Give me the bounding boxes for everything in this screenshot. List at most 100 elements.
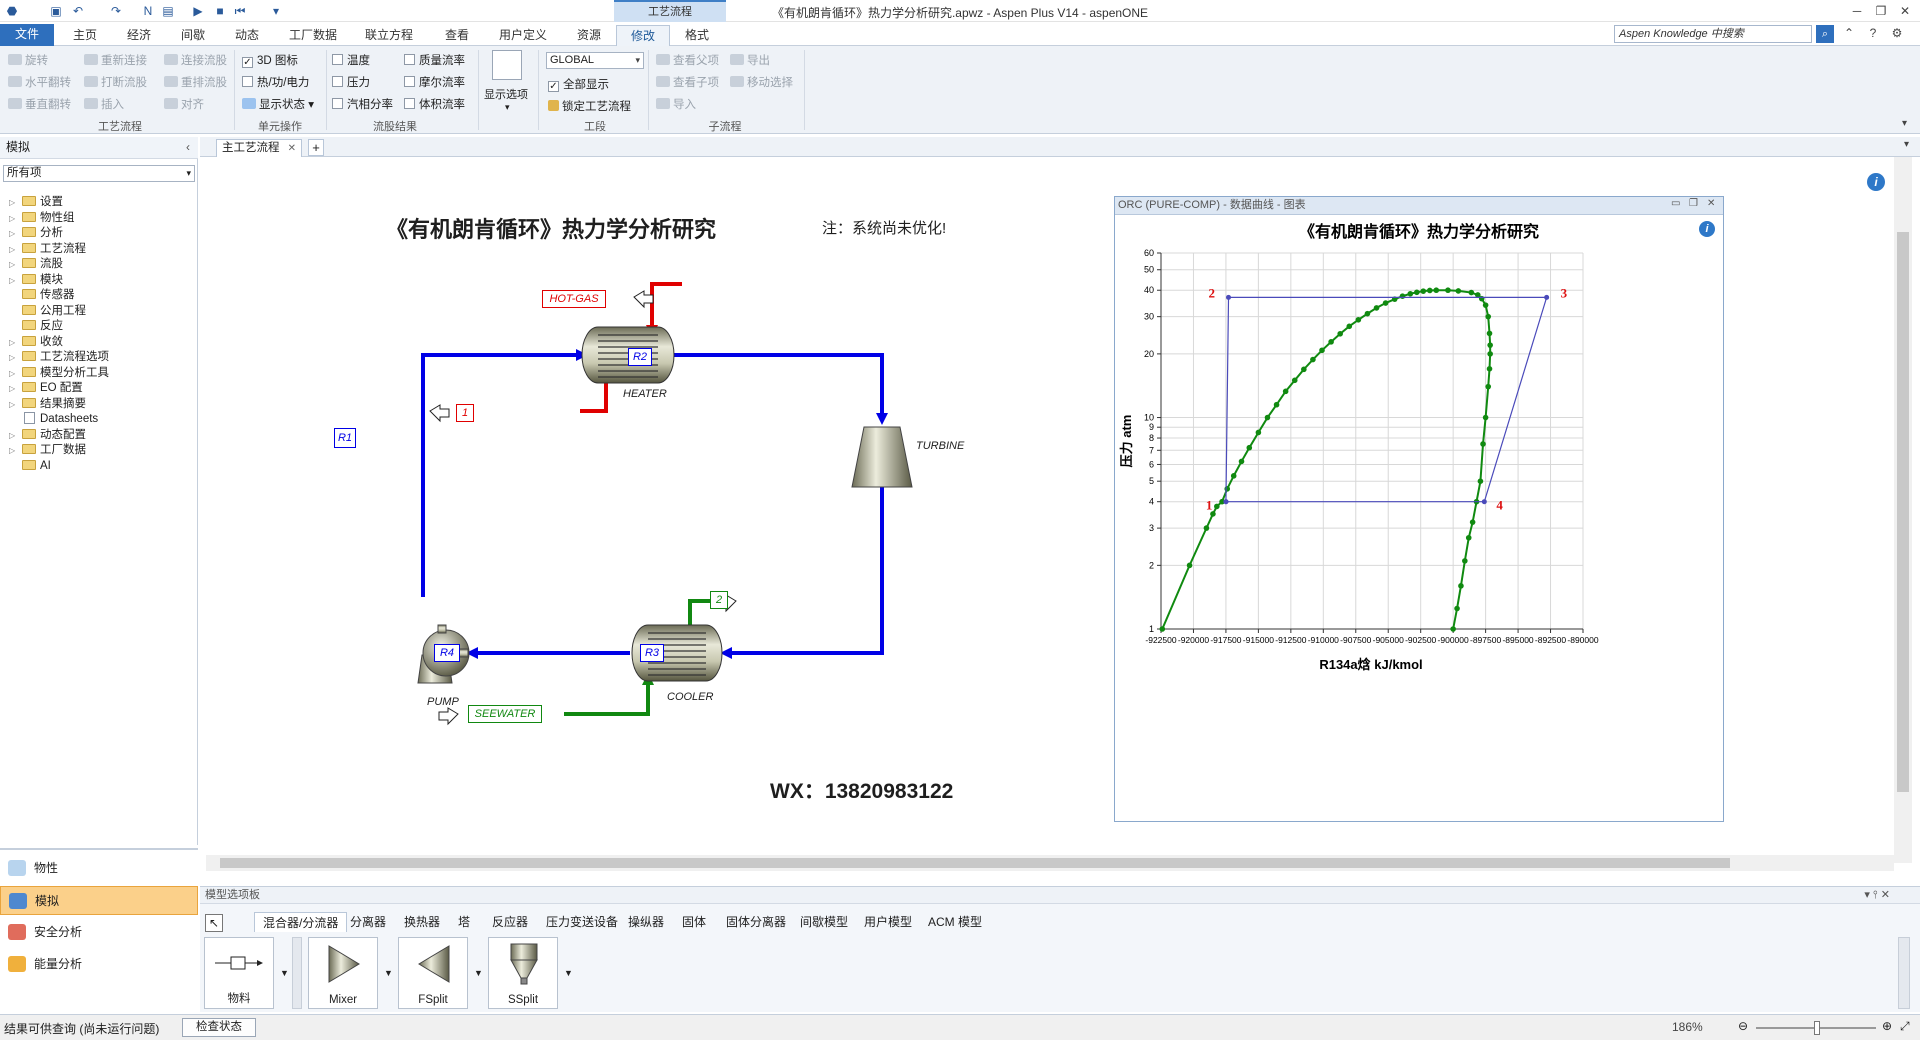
ssplit-dropdown-icon[interactable]: ▼: [564, 968, 573, 978]
stream-r2-line[interactable]: [668, 353, 884, 415]
display-options-icon[interactable]: [492, 50, 522, 80]
align-button[interactable]: 对齐: [164, 96, 204, 112]
tab-format[interactable]: 格式: [676, 25, 718, 46]
palette-tab-pressure-changers[interactable]: 压力变送设备: [546, 912, 618, 932]
insert-button[interactable]: 插入: [84, 96, 124, 112]
section-select[interactable]: GLOBAL: [546, 52, 644, 69]
close-button[interactable]: ✕: [1894, 2, 1916, 20]
info-icon[interactable]: i: [1867, 173, 1885, 191]
palette-tab-user-models[interactable]: 用户模型: [864, 912, 912, 932]
palette-item-mixer[interactable]: Mixer: [308, 937, 378, 1009]
rotate-button[interactable]: 旋转: [8, 52, 48, 68]
vertical-scrollbar[interactable]: [1894, 157, 1912, 863]
reconnect-button[interactable]: 重新连接: [84, 52, 147, 68]
horizontal-scrollbar[interactable]: [206, 855, 1894, 871]
options-icon[interactable]: ⚙: [1886, 24, 1908, 42]
mixer-dropdown-icon[interactable]: ▼: [384, 968, 393, 978]
stream-2-label[interactable]: 2: [710, 591, 728, 609]
zoom-slider-handle[interactable]: [1814, 1021, 1820, 1035]
lock-flowsheet-button[interactable]: 锁定工艺流程: [548, 98, 631, 114]
collapse-pane-icon[interactable]: ‹: [186, 137, 190, 158]
palette-tab-acm-models[interactable]: ACM 模型: [928, 912, 982, 932]
tab-view[interactable]: 查看: [436, 25, 478, 46]
palette-tab-mixers-splitters[interactable]: 混合器/分流器: [254, 912, 348, 932]
fsplit-dropdown-icon[interactable]: ▼: [474, 968, 483, 978]
collapse-ribbon-icon[interactable]: ⌃: [1838, 24, 1860, 42]
display-status-button[interactable]: 显示状态 ▾: [242, 96, 314, 112]
palette-tab-manipulators[interactable]: 操纵器: [628, 912, 664, 932]
stream-2-line[interactable]: [688, 599, 712, 625]
palette-item-ssplit[interactable]: SSplit: [488, 937, 558, 1009]
palette-tab-batch-models[interactable]: 间歇模型: [800, 912, 848, 932]
minimize-button[interactable]: ─: [1846, 2, 1868, 20]
plot-minimize-icon[interactable]: ▭: [1671, 198, 1680, 209]
stream-r1-label[interactable]: R1: [334, 428, 356, 448]
connect-stream-button[interactable]: 连接流股: [164, 52, 227, 68]
export-button[interactable]: 导出: [730, 52, 770, 68]
reroute-stream-button[interactable]: 重排流股: [164, 74, 227, 90]
search-icon[interactable]: ⌕: [1816, 25, 1834, 43]
show-all-checkbox[interactable]: ✓ 全部显示: [548, 76, 609, 92]
palette-scroll-left-icon[interactable]: [292, 937, 302, 1009]
tab-main-flowsheet[interactable]: 主工艺流程 ✕: [216, 139, 302, 157]
nav-simulation[interactable]: 模拟: [0, 886, 198, 915]
tab-dynamics[interactable]: 动态: [226, 25, 268, 46]
palette-scroll-right-icon[interactable]: [1898, 937, 1910, 1009]
vapor-fraction-checkbox[interactable]: 汽相分率: [332, 96, 393, 112]
close-tab-icon[interactable]: ✕: [288, 140, 296, 157]
search-input[interactable]: Aspen Knowledge 中搜索: [1614, 25, 1812, 43]
palette-item-material[interactable]: 物料: [204, 937, 274, 1009]
palette-tab-reactors[interactable]: 反应器: [492, 912, 528, 932]
turbine-block[interactable]: [851, 426, 913, 488]
help-icon[interactable]: ?: [1862, 24, 1884, 42]
plot-window[interactable]: ORC (PURE-COMP) - 数据曲线 - 图表 ▭ ❐ ✕ i 《有机朗…: [1114, 196, 1724, 822]
flip-vertical-button[interactable]: 垂直翻转: [8, 96, 71, 112]
palette-tab-exchangers[interactable]: 换热器: [404, 912, 440, 932]
stream-seewater-line[interactable]: [564, 683, 650, 716]
tab-home[interactable]: 主页: [64, 25, 106, 46]
view-parent-button[interactable]: 查看父项: [656, 52, 719, 68]
heat-work-checkbox[interactable]: 热/功/电力: [242, 74, 309, 90]
palette-item-fsplit[interactable]: FSplit: [398, 937, 468, 1009]
zoom-in-icon[interactable]: ⊕: [1882, 1019, 1892, 1033]
stream-r1-line[interactable]: [421, 353, 579, 597]
nav-safety-analysis[interactable]: 安全分析: [0, 918, 198, 947]
select-mode-icon[interactable]: ↖: [205, 914, 223, 932]
plot-close-icon[interactable]: ✕: [1707, 198, 1715, 209]
zoom-out-icon[interactable]: ⊖: [1738, 1019, 1748, 1033]
tab-plant-data[interactable]: 工厂数据: [282, 25, 344, 46]
navigation-filter-select[interactable]: 所有项: [3, 165, 195, 182]
stream-1-label[interactable]: 1: [456, 404, 474, 422]
stream-seewater-label[interactable]: SEEWATER: [468, 705, 542, 723]
ribbon-pin-icon[interactable]: ▾: [1902, 118, 1907, 129]
nav-properties[interactable]: 物性: [0, 854, 198, 883]
tab-resources[interactable]: 资源: [568, 25, 610, 46]
material-dropdown-icon[interactable]: ▼: [280, 968, 289, 978]
check-status-button[interactable]: 检查状态: [182, 1018, 256, 1037]
stream-r4-label[interactable]: R4: [434, 644, 460, 662]
stream-r2-label[interactable]: R2: [628, 348, 652, 366]
tab-equation-oriented[interactable]: 联立方程: [358, 25, 420, 46]
import-button[interactable]: 导入: [656, 96, 696, 112]
tree-item[interactable]: AI: [0, 457, 51, 475]
restore-button[interactable]: ❐: [1870, 2, 1892, 20]
volume-flow-checkbox[interactable]: 体积流率: [404, 96, 465, 112]
mole-flow-checkbox[interactable]: 摩尔流率: [404, 74, 465, 90]
palette-tab-solids-separators[interactable]: 固体分离器: [726, 912, 786, 932]
vertical-scrollbar-thumb[interactable]: [1897, 232, 1909, 792]
display-options-dropdown-icon[interactable]: ▾: [505, 102, 510, 113]
tab-list-icon[interactable]: ▾: [1904, 139, 1909, 150]
palette-tab-solids[interactable]: 固体: [682, 912, 706, 932]
move-selection-button[interactable]: 移动选择: [730, 74, 793, 90]
palette-tab-separators[interactable]: 分离器: [350, 912, 386, 932]
fit-to-screen-icon[interactable]: ⤢: [1900, 1019, 1910, 1034]
stream-hot-gas-label[interactable]: HOT-GAS: [542, 290, 606, 308]
pressure-checkbox[interactable]: 压力: [332, 74, 370, 90]
tab-customize[interactable]: 用户定义: [492, 25, 554, 46]
tab-batch[interactable]: 间歇: [172, 25, 214, 46]
palette-tab-columns[interactable]: 塔: [458, 912, 470, 932]
plot-restore-icon[interactable]: ❐: [1689, 198, 1698, 209]
new-tab-icon[interactable]: +: [308, 139, 324, 156]
stream-r3-label[interactable]: R3: [640, 644, 664, 662]
display-options-button[interactable]: 显示选项: [484, 86, 528, 102]
